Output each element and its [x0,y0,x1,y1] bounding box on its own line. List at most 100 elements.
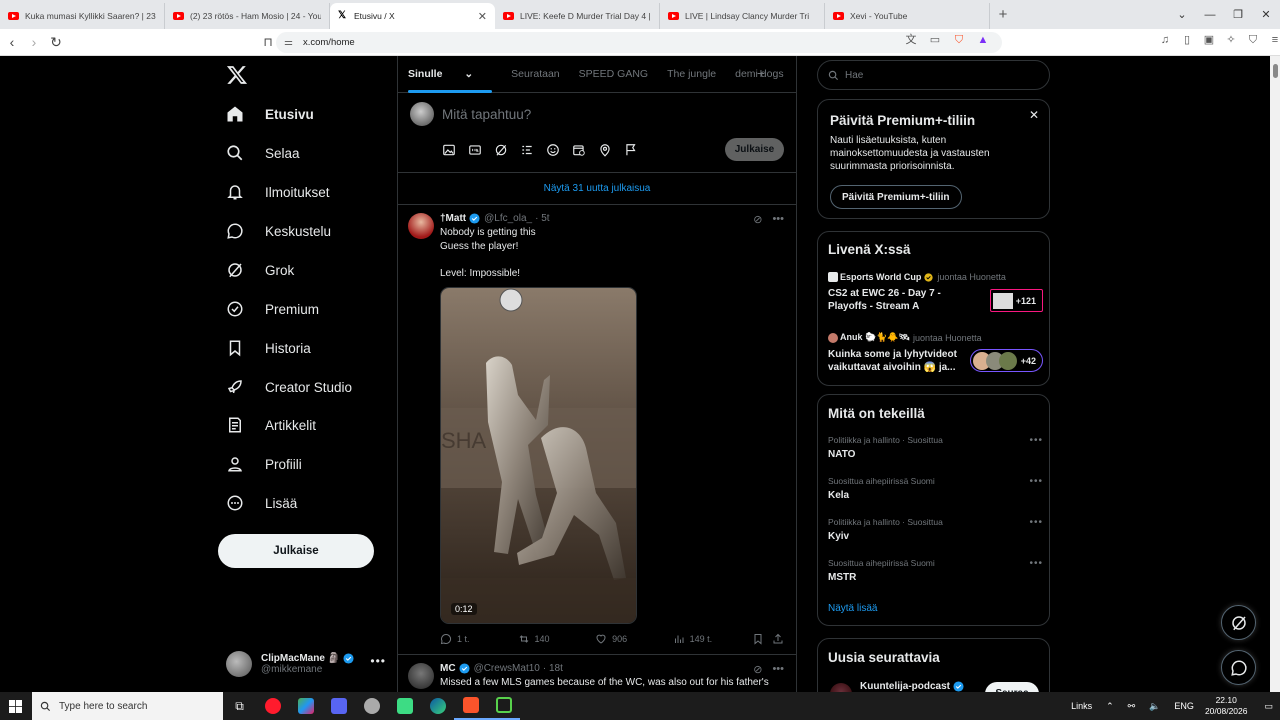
grok-floating-button[interactable] [1221,605,1256,640]
nav-item-profile[interactable]: Profiili [226,450,302,478]
location-icon[interactable] [598,143,612,157]
address-bar[interactable]: ⚌ x.com/home [276,32,1002,53]
reply-button[interactable]: 1 t. [440,633,518,645]
chevron-up-icon[interactable]: ⌃ [1106,701,1114,712]
nav-item-grok[interactable]: Grok [226,256,294,284]
new-tab-button[interactable]: + [990,6,1016,23]
start-button[interactable] [0,692,30,720]
bookmark-button[interactable] [752,633,772,645]
page-scrollbar[interactable] [1270,56,1280,692]
taskbar-search[interactable]: Type here to search [32,692,223,720]
network-icon[interactable]: ⚯ [1128,701,1136,712]
compose-input[interactable]: Mitä tapahtuu? [442,107,531,122]
browser-tab[interactable]: LIVE: Keefe D Murder Trial Day 4 | Off [495,3,660,29]
tweet-author-name[interactable]: †Matt [440,213,466,224]
bookmark-page-icon[interactable]: ⊓ [258,35,278,49]
restore-button[interactable]: ❐ [1224,8,1252,21]
close-window-button[interactable]: ✕ [1252,8,1280,21]
avatar[interactable] [830,683,852,692]
tweet-author-name[interactable]: MC [440,663,456,674]
browser-tab[interactable]: (2) 23 rötös - Ham Mosio | 24 - YouTube [165,3,330,29]
more-dots-icon[interactable]: ••• [1029,476,1043,487]
image-icon[interactable] [442,143,456,157]
opera-icon[interactable] [256,692,289,720]
cast-icon[interactable]: ▭ [928,33,942,47]
account-switcher[interactable]: ClipMacMane 🗿 @mikkemane ••• [226,646,386,682]
more-dots-icon[interactable]: ••• [772,663,784,676]
tab-list-speed-gang[interactable]: SPEED GANG [579,68,648,80]
links-toolbar[interactable]: Links [1071,701,1092,711]
more-dots-icon[interactable]: ••• [1029,435,1043,446]
task-view-icon[interactable]: ⧉ [223,692,256,720]
nav-item-explore[interactable]: Selaa [226,139,300,167]
tweet[interactable]: †Matt @Lfc_ola_ · 5t ⊘ ••• Nobody is get… [398,205,796,655]
live-space-item[interactable]: Anuk 🐑🐈🐥🛰 juontaa Huonetta Kuinka some j… [828,332,1043,374]
share-button[interactable] [772,633,786,645]
media-icon[interactable]: ♫ [1158,33,1172,47]
live-space-item[interactable]: Esports World Cup juontaa Huonetta CS2 a… [828,272,1043,313]
rewards-icon[interactable]: ▲ [976,33,990,47]
nav-item-premium[interactable]: Premium [226,295,319,323]
nav-item-chat[interactable]: Keskustelu [226,217,331,245]
tab-following[interactable]: Seurataan [511,68,559,80]
tweet-time[interactable]: · 18t [543,663,563,674]
gif-icon[interactable] [468,143,482,157]
avatar[interactable] [408,663,434,689]
messages-floating-button[interactable] [1221,650,1256,685]
poll-icon[interactable] [520,143,534,157]
search-input[interactable]: Hae [817,60,1050,90]
trend-item[interactable]: Suosittua aihepiirissä Suomi Kela ••• [828,476,1043,501]
nav-item-creator-studio[interactable]: Creator Studio [226,373,352,401]
trend-item[interactable]: Suosittua aihepiirissä Suomi MSTR ••• [828,558,1043,583]
avatar[interactable] [408,213,434,239]
edge-icon[interactable] [421,692,454,720]
show-more-link[interactable]: Näytä lisää [828,603,877,614]
app-icon[interactable] [388,692,421,720]
emoji-icon[interactable] [546,143,560,157]
discord-icon[interactable] [322,692,355,720]
nav-item-articles[interactable]: Artikkelit [226,411,316,439]
minimize-button[interactable]: — [1196,9,1224,21]
site-info-icon[interactable]: ⚌ [284,37,293,48]
views-button[interactable]: 149 t. [673,633,753,645]
vpn-icon[interactable]: ⛉ [1246,33,1260,47]
nav-item-notifications[interactable]: Ilmoitukset [226,178,330,206]
grok-icon[interactable] [494,143,508,157]
more-dots-icon[interactable]: ••• [772,213,784,226]
close-tab-icon[interactable]: ✕ [478,10,487,23]
repost-button[interactable]: 140 [518,633,596,645]
grok-icon[interactable]: ⊘ [753,663,762,676]
leo-icon[interactable]: ✧ [1224,33,1238,47]
tweet-time[interactable]: · 5t [535,213,549,224]
more-dots-icon[interactable]: ••• [370,654,386,668]
language-indicator[interactable]: ENG [1174,701,1194,711]
close-icon[interactable]: ✕ [1029,108,1039,122]
compose-post-button[interactable]: Julkaise [725,138,784,161]
translate-icon[interactable]: ⽂ [904,33,918,47]
scrollbar-thumb[interactable] [1273,64,1278,78]
trend-item[interactable]: Politiikka ja hallinto · Suosittua Kyiv … [828,517,1043,542]
flag-icon[interactable] [624,143,638,157]
tweet[interactable]: MC @CrewsMat10 · 18t ⊘ ••• Missed a few … [398,655,796,692]
notifications-icon[interactable]: ▭ [1264,701,1273,712]
browser-tab-active[interactable]: 𝕏 Etusivu / X ✕ [330,3,495,29]
tab-list-the-jungle[interactable]: The jungle [667,68,716,80]
more-dots-icon[interactable]: ••• [1029,558,1043,569]
wallet-icon[interactable]: ▣ [1202,33,1216,47]
upgrade-button[interactable]: Päivitä Premium+-tiliin [830,185,962,209]
nav-item-bookmarks[interactable]: Historia [226,334,311,362]
more-dots-icon[interactable]: ••• [1029,517,1043,528]
clock[interactable]: 22.10 20/08/2026 [1205,695,1248,717]
nav-item-home[interactable]: Etusivu [226,100,314,128]
suggested-account[interactable]: Kuuntelija-podcast [860,681,968,692]
app-icon[interactable] [289,692,322,720]
post-button[interactable]: Julkaise [218,534,374,568]
schedule-icon[interactable] [572,143,586,157]
trend-item[interactable]: Politiikka ja hallinto · Suosittua NATO … [828,435,1043,460]
tweet-author-handle[interactable]: @Lfc_ola_ [484,213,532,224]
follow-button[interactable]: Seuraa [985,682,1039,692]
brave-shields-icon[interactable]: ⛉ [952,33,966,47]
reload-button[interactable]: ↻ [46,34,66,51]
x-logo-icon[interactable] [226,64,248,86]
back-button[interactable]: ‹ [2,34,22,50]
